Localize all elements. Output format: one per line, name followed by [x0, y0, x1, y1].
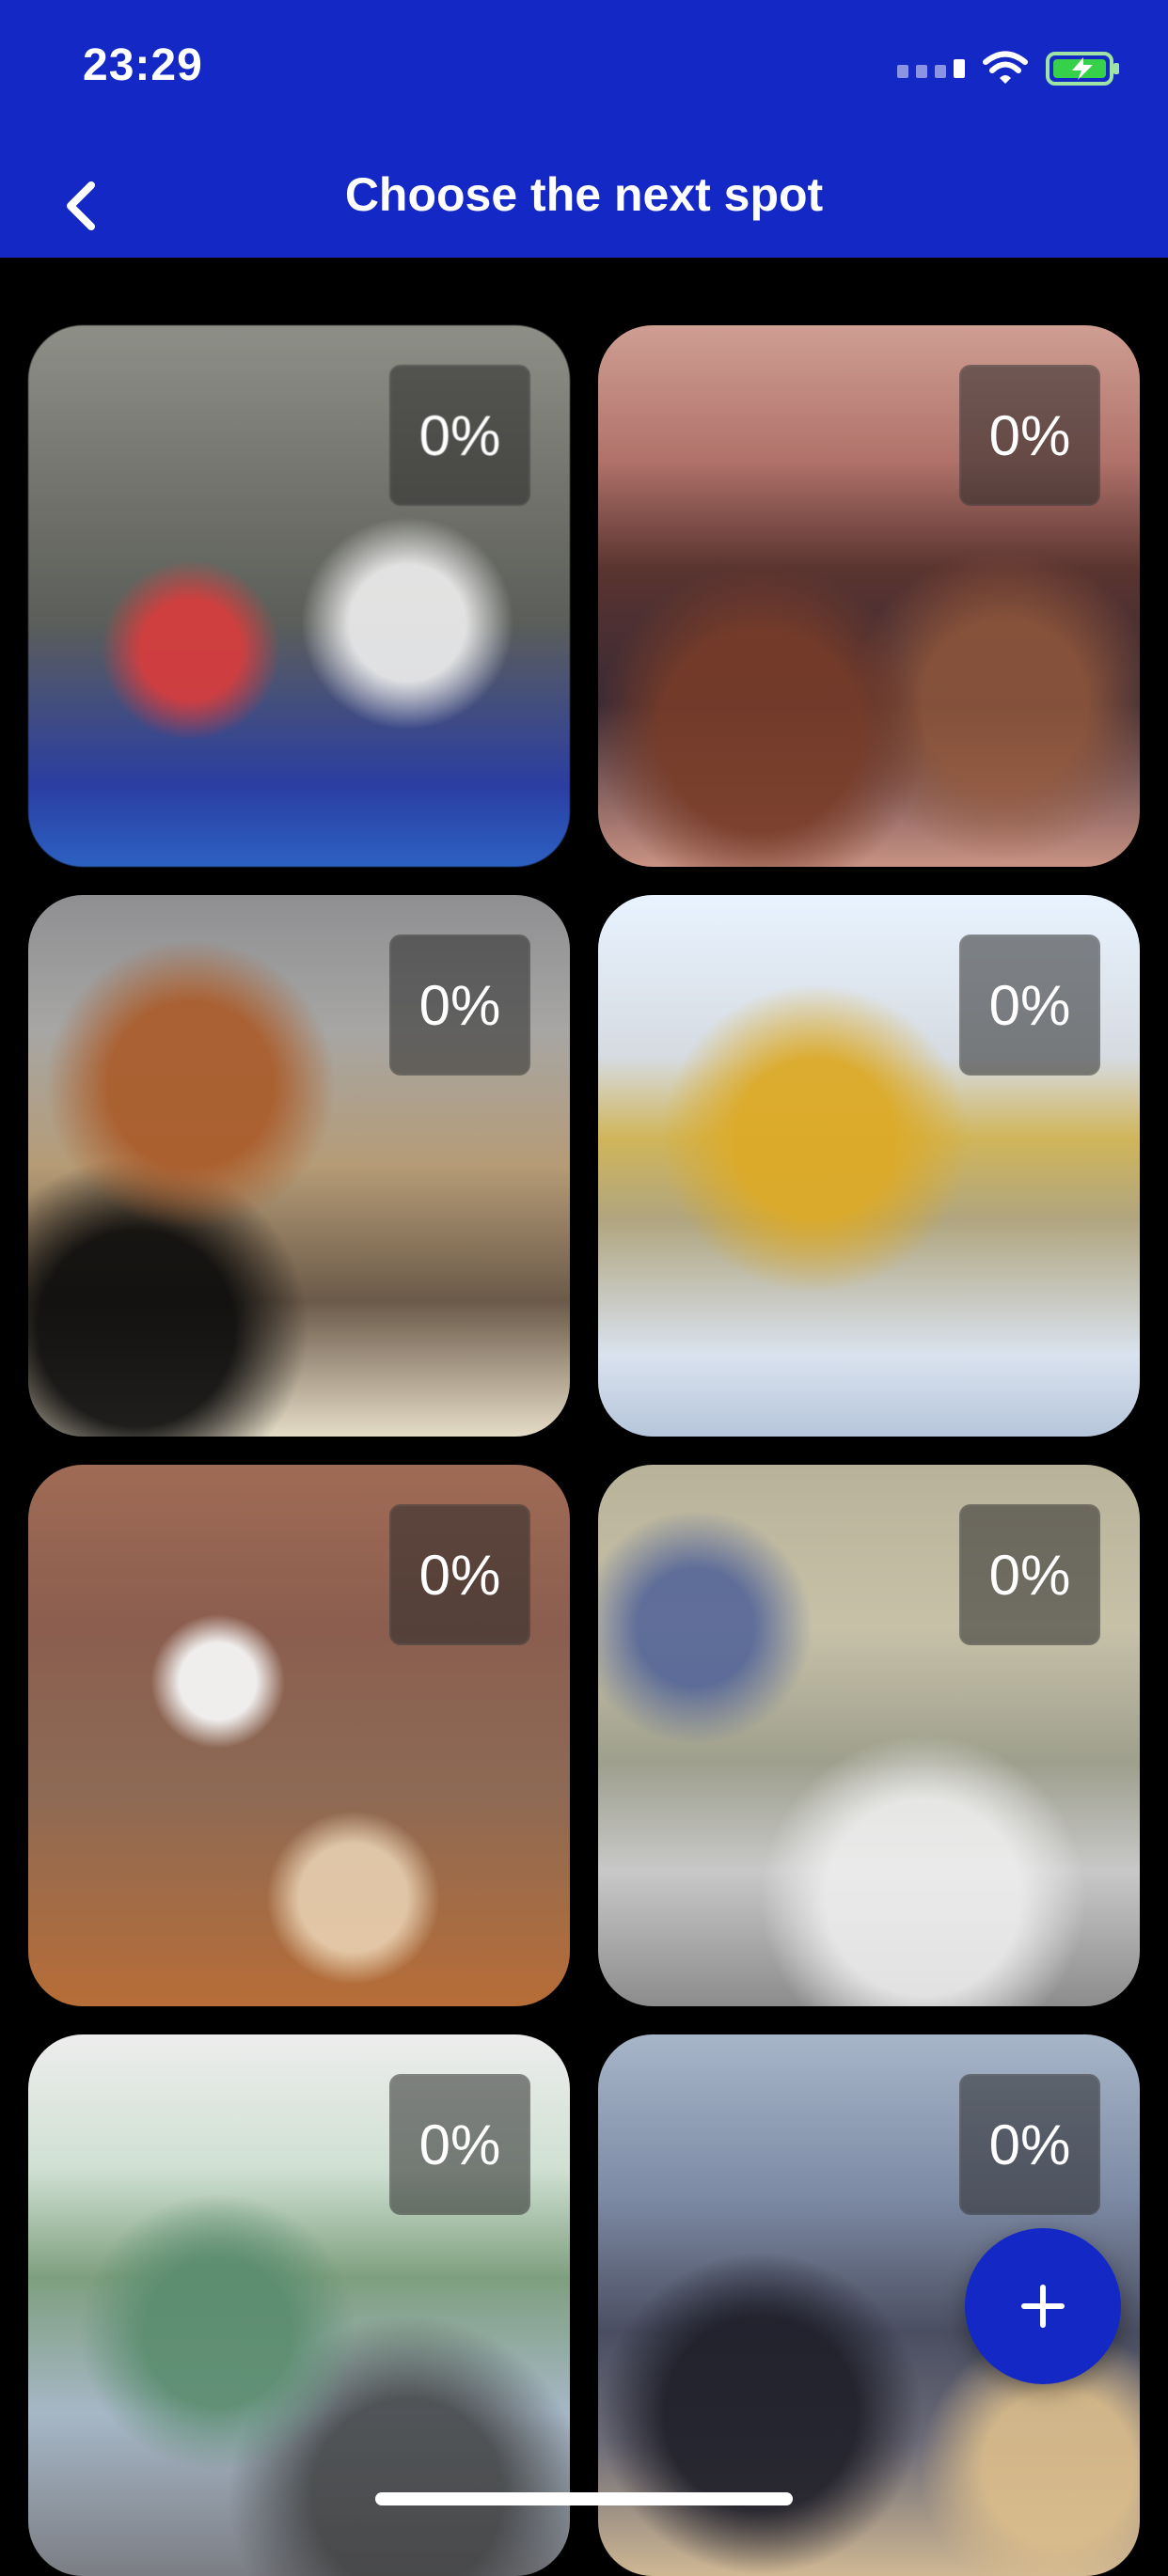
home-indicator[interactable] — [375, 2492, 793, 2505]
progress-badge: 0% — [389, 365, 530, 506]
cellular-signal-icon — [897, 59, 965, 78]
spot-tile[interactable]: 0% — [598, 325, 1140, 867]
progress-badge: 0% — [389, 935, 530, 1076]
add-spot-button[interactable] — [965, 2228, 1121, 2384]
status-icons — [897, 45, 1121, 92]
progress-badge: 0% — [389, 2074, 530, 2215]
progress-badge: 0% — [389, 1504, 530, 1645]
spot-tile[interactable]: 0% — [28, 1465, 570, 2006]
spot-tile[interactable]: 0% — [28, 895, 570, 1437]
spot-tile[interactable]: 0% — [598, 895, 1140, 1437]
status-time: 23:29 — [83, 40, 203, 90]
page-title: Choose the next spot — [344, 168, 824, 221]
plus-icon — [1021, 2285, 1065, 2328]
status-bar: 23:29 — [0, 0, 1168, 141]
wifi-icon — [982, 50, 1029, 87]
progress-badge: 0% — [959, 365, 1100, 506]
spot-tile[interactable]: 0% — [598, 1465, 1140, 2006]
spot-grid: 0% 0% 0% 0% 0% 0% 0% 0% — [28, 325, 1140, 2576]
navigation-bar: Choose the next spot — [0, 141, 1168, 258]
progress-badge: 0% — [959, 935, 1100, 1076]
battery-charging-icon — [1046, 50, 1121, 87]
progress-badge: 0% — [959, 1504, 1100, 1645]
spot-tile[interactable]: 0% — [28, 325, 570, 867]
progress-badge: 0% — [959, 2074, 1100, 2215]
